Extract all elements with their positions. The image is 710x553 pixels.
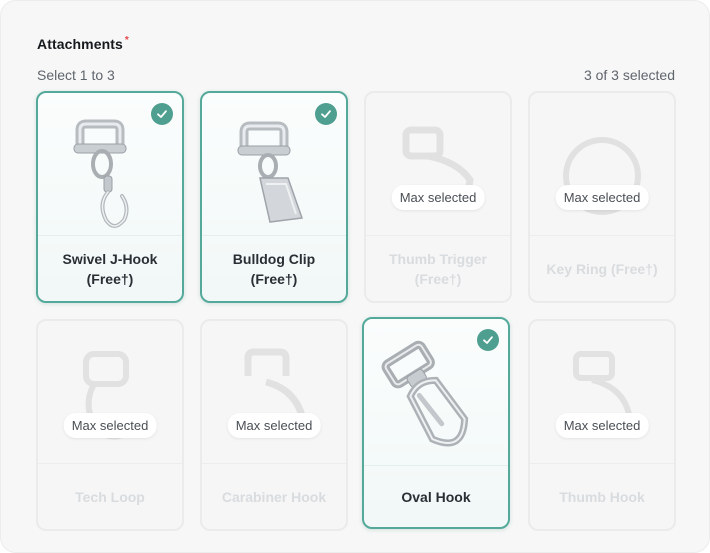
attachment-card-thumb-hook: Max selected Thumb Hook	[528, 319, 676, 531]
attachment-card-key-ring: Max selected Key Ring (Free†)	[528, 91, 676, 303]
max-selected-badge: Max selected	[63, 413, 157, 438]
card-label: Swivel J-Hook (Free†)	[62, 250, 158, 287]
max-selected-badge: Max selected	[555, 413, 649, 438]
thumb-trigger-image	[366, 93, 510, 239]
thumb-hook-image	[530, 321, 674, 467]
required-marker: *	[124, 35, 129, 46]
check-icon	[151, 103, 173, 125]
check-icon	[477, 329, 499, 351]
attachment-card-oval-hook[interactable]: Oval Hook	[362, 317, 510, 529]
selection-hint: Select 1 to 3	[37, 67, 115, 83]
card-label: Oval Hook	[401, 488, 471, 505]
selection-count: 3 of 3 selected	[583, 67, 675, 83]
key-ring-image	[530, 93, 674, 239]
card-label: Thumb Hook	[559, 488, 645, 505]
attachment-card-tech-loop: Max selected Tech Loop	[36, 319, 184, 531]
card-label: Key Ring (Free†)	[546, 260, 658, 277]
card-label: Tech Loop	[75, 488, 145, 505]
max-selected-badge: Max selected	[555, 185, 649, 210]
attachment-card-thumb-trigger: Max selected Thumb Trigger (Free†)	[364, 91, 512, 303]
max-selected-badge: Max selected	[227, 413, 321, 438]
card-label: Carabiner Hook	[221, 488, 327, 505]
tech-loop-image	[38, 321, 182, 467]
attachment-card-bulldog-clip[interactable]: Bulldog Clip (Free†)	[200, 91, 348, 303]
attachment-card-swivel-j-hook[interactable]: Swivel J-Hook (Free†)	[36, 91, 184, 303]
attachment-card-carabiner-hook: Max selected Carabiner Hook	[200, 319, 348, 531]
max-selected-badge: Max selected	[391, 185, 485, 210]
section-title: Attachments	[37, 36, 123, 52]
attachments-panel: Attachments * Select 1 to 3 3 of 3 selec…	[0, 0, 710, 553]
card-label: Bulldog Clip (Free†)	[232, 250, 316, 287]
carabiner-hook-image	[202, 321, 346, 467]
check-icon	[315, 103, 337, 125]
card-label: Thumb Trigger (Free†)	[389, 250, 487, 287]
section-title-row: Attachments *	[37, 35, 129, 53]
